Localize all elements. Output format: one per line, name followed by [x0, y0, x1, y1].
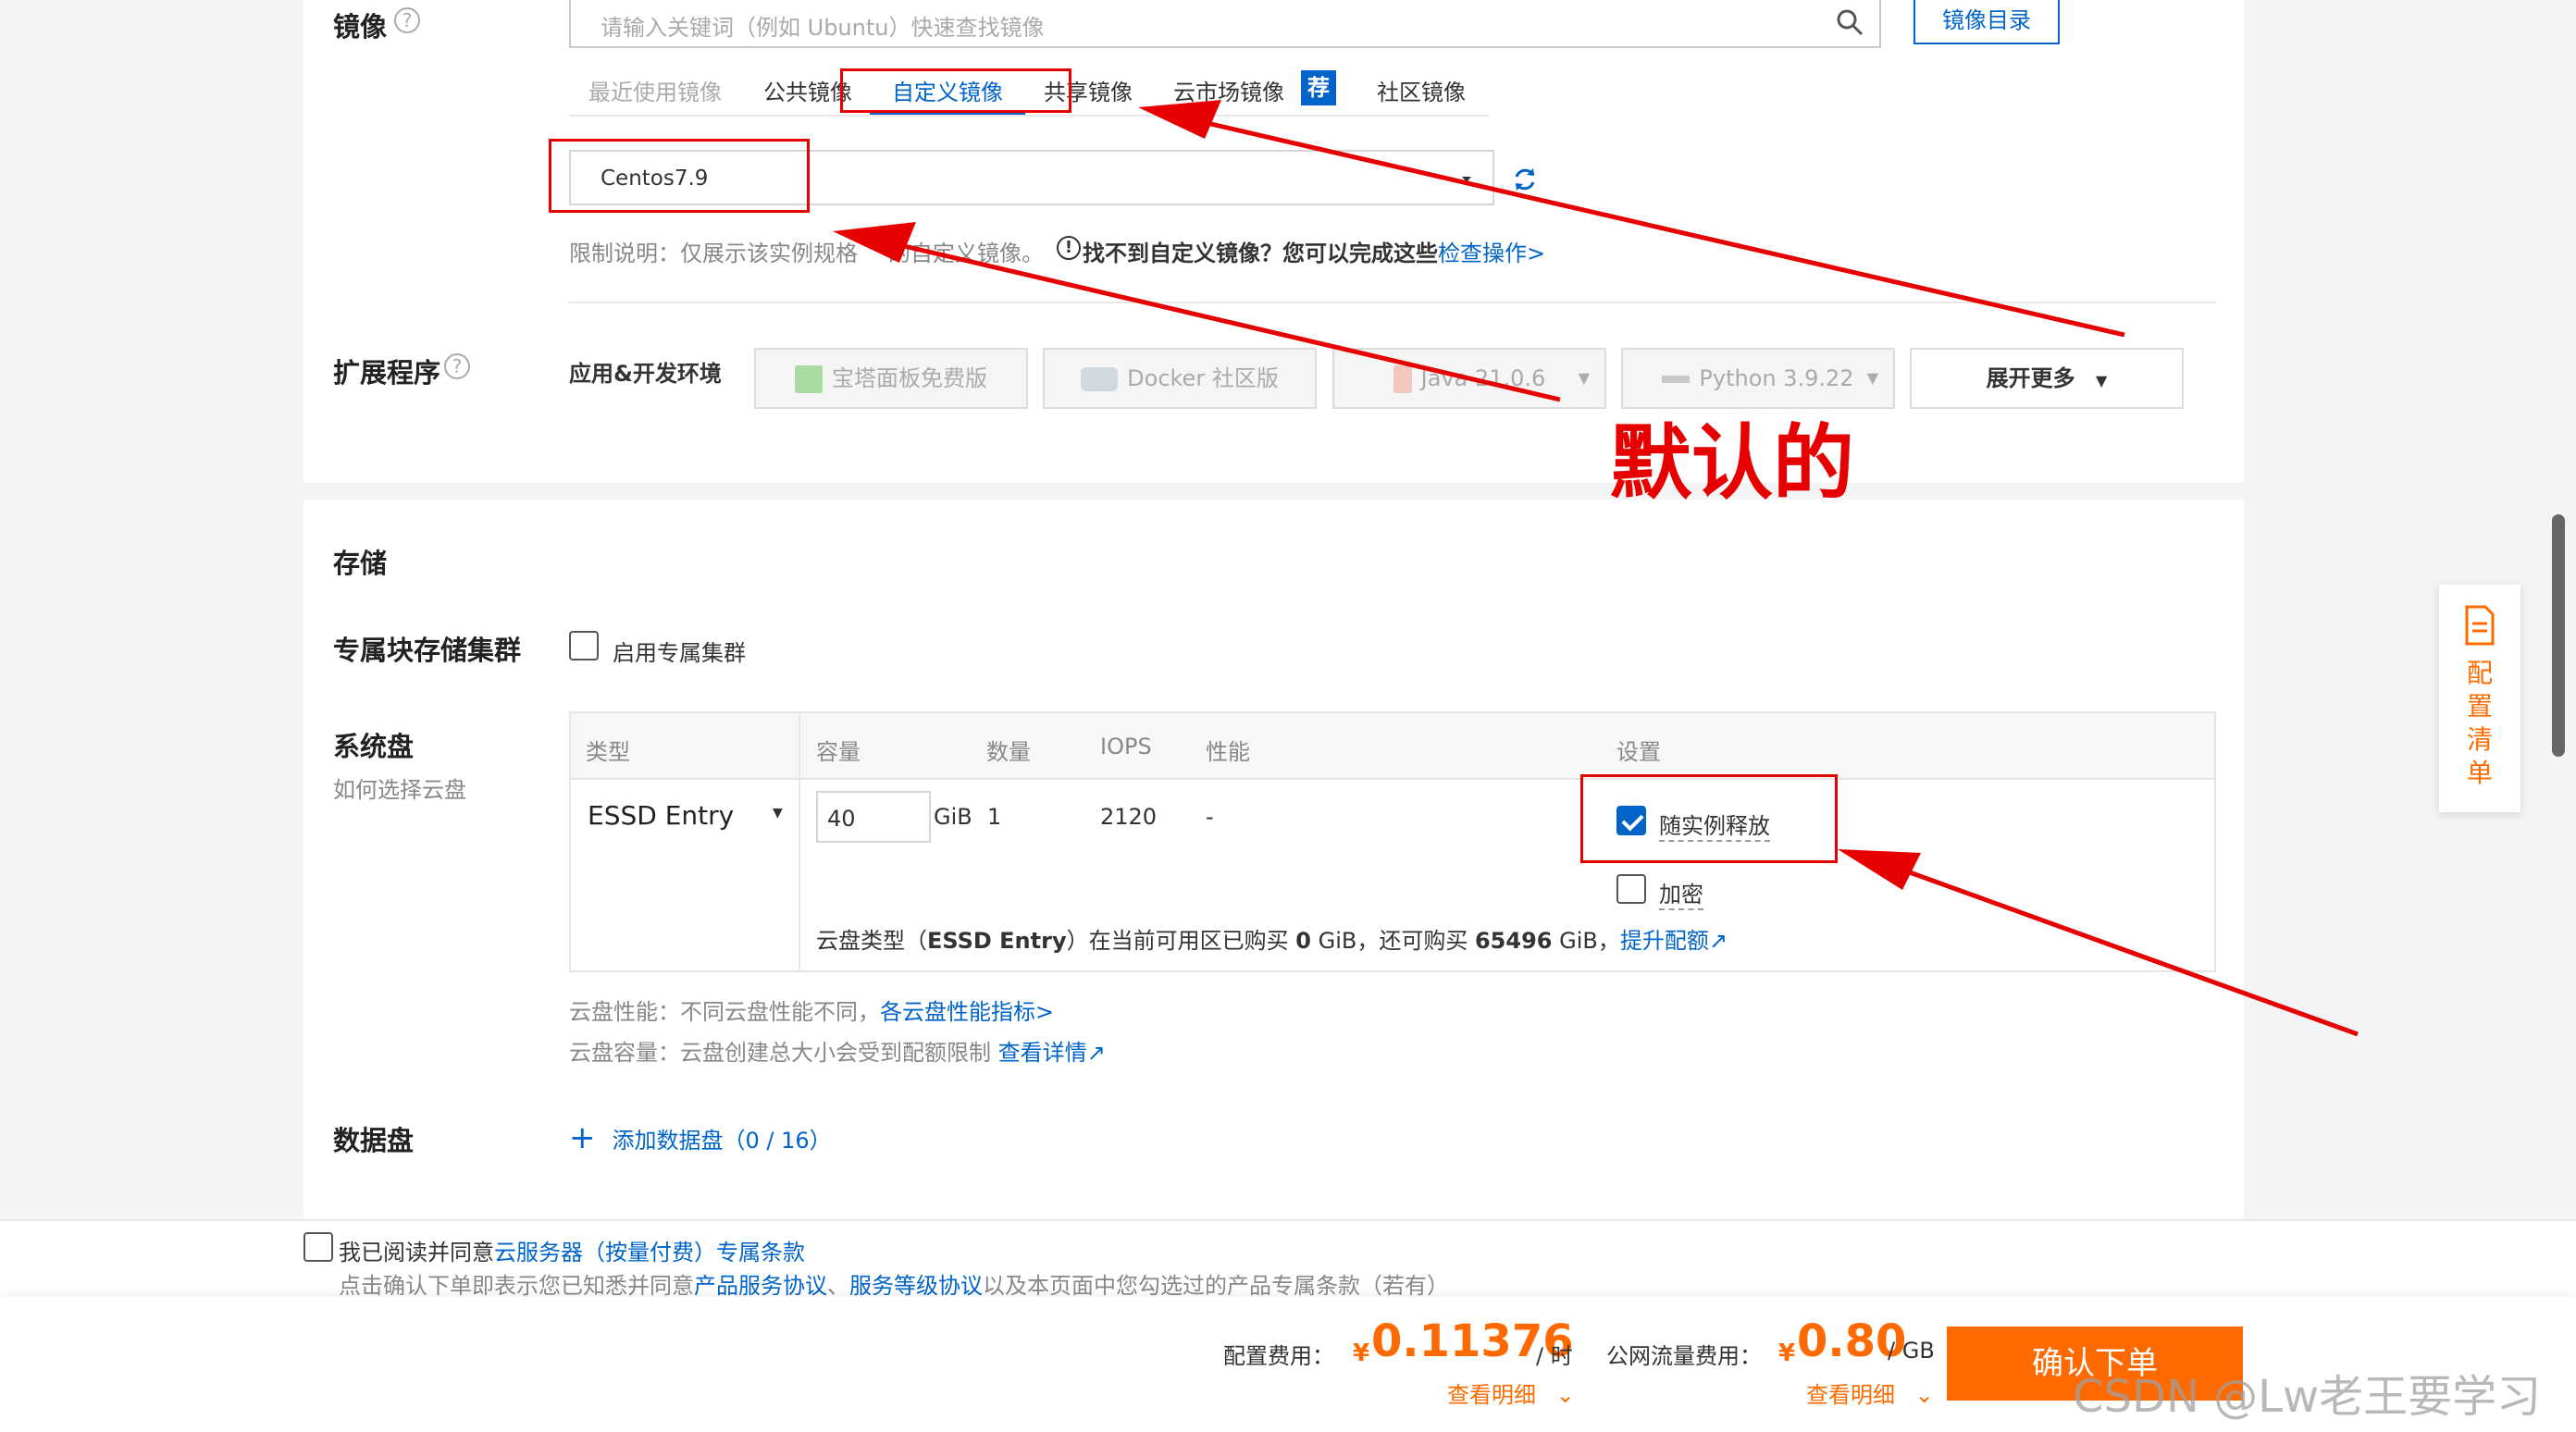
config-fee-currency: ¥ — [1353, 1339, 1370, 1367]
config-detail-link[interactable]: 查看明细 ⌄ — [1447, 1376, 1575, 1409]
traffic-fee-currency: ¥ — [1778, 1339, 1796, 1367]
sidebar-char: 置 — [2466, 691, 2493, 722]
sla-link[interactable]: 服务等级协议 — [849, 1273, 983, 1299]
agree-terms-checkbox[interactable] — [303, 1232, 333, 1262]
notice-text-pre: 点击确认下单即表示您已知悉并同意 — [339, 1273, 694, 1299]
chevron-down-icon: ⌄ — [1555, 1382, 1575, 1408]
config-fee-label: 配置费用： — [1223, 1343, 1334, 1369]
exclusive-terms-link[interactable]: 云服务器（按量付费）专属条款 — [494, 1240, 805, 1265]
sidebar-char: 单 — [2466, 758, 2493, 788]
sidebar-label: 配 置 清 单 — [2465, 657, 2495, 790]
agree-text: 我已阅读并同意 — [339, 1240, 494, 1265]
chevron-down-icon: ⌄ — [1914, 1382, 1934, 1408]
annotation-arrows — [833, 100, 2359, 1037]
notice-line: 点击确认下单即表示您已知悉并同意产品服务协议、服务等级协议以及本页面中您勾选过的… — [339, 1267, 1449, 1300]
notice-text-post: 以及本页面中您勾选过的产品专属条款（若有） — [983, 1273, 1449, 1299]
config-detail-label: 查看明细 — [1447, 1382, 1536, 1408]
watermark: CSDN @Lw老王要学习 — [2073, 1371, 2542, 1423]
service-agreement-link[interactable]: 产品服务协议 — [694, 1273, 827, 1299]
sidebar-char: 配 — [2466, 658, 2493, 688]
traffic-fee-unit: / GB — [1888, 1338, 1935, 1364]
traffic-fee-label: 公网流量费用： — [1606, 1343, 1762, 1369]
annotation-default-label: 默认的 — [1610, 415, 1855, 511]
page-scrollbar[interactable] — [2552, 514, 2565, 757]
config-list-sidebar[interactable]: 配 置 清 单 — [2439, 585, 2520, 812]
sidebar-char: 清 — [2466, 724, 2493, 755]
document-icon — [2465, 605, 2495, 646]
traffic-detail-label: 查看明细 — [1806, 1382, 1895, 1408]
config-fee-unit: / 时 — [1536, 1343, 1573, 1369]
traffic-detail-link[interactable]: 查看明细 ⌄ — [1806, 1376, 1934, 1409]
agree-line: 我已阅读并同意云服务器（按量付费）专属条款 — [339, 1234, 805, 1266]
agreement-bar: 我已阅读并同意云服务器（按量付费）专属条款 点击确认下单即表示您已知悉并同意产品… — [0, 1219, 2576, 1300]
notice-separator: 、 — [827, 1273, 849, 1299]
